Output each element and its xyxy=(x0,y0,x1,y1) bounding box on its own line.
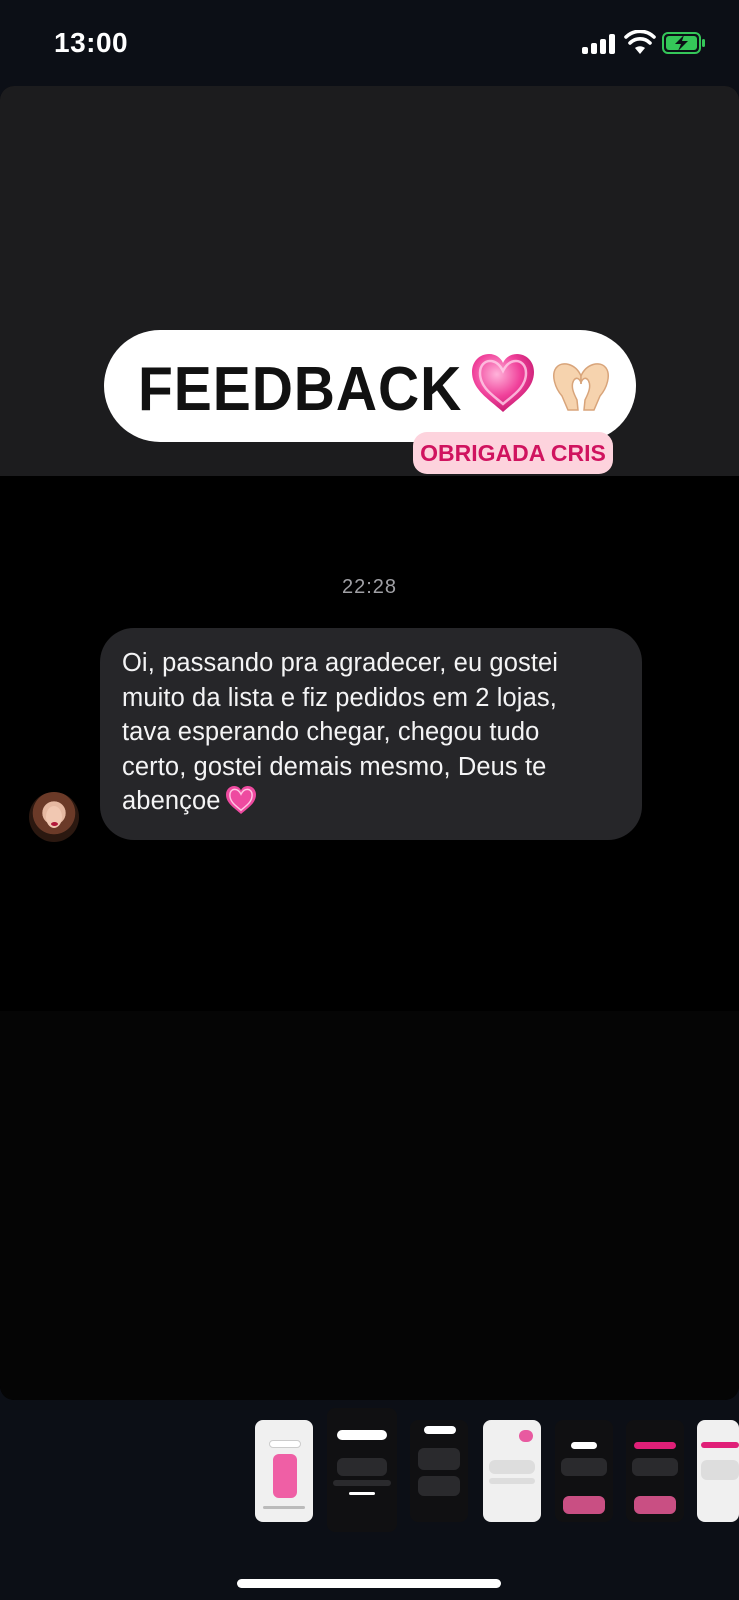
message-bubble: Oi, passando pra agradecer, eu gostei mu… xyxy=(100,628,642,840)
story-header-area: FEEDBACK OBRIGADA CRIS xyxy=(0,86,739,476)
avatar xyxy=(29,792,79,842)
pink-heart-icon xyxy=(472,354,534,412)
story-thumbnail[interactable] xyxy=(483,1420,541,1522)
story-thumbnails xyxy=(0,1400,739,1600)
home-indicator[interactable] xyxy=(237,1579,501,1588)
story-thumbnail[interactable] xyxy=(626,1420,684,1522)
heart-hands-icon xyxy=(553,363,609,411)
message-timestamp: 22:28 xyxy=(341,576,398,598)
chat-screenshot: 22:28 Oi, passando pra agradecer, eu gos… xyxy=(0,476,739,1325)
story-thumbnail[interactable] xyxy=(697,1420,739,1522)
sticker-title: FEEDBACK xyxy=(138,355,463,424)
message-text: Oi, passando pra agradecer, eu gostei mu… xyxy=(122,649,559,815)
story-thumbnail-active[interactable] xyxy=(327,1408,397,1532)
pink-heart-icon xyxy=(225,785,256,815)
story-thumbnail[interactable] xyxy=(255,1420,313,1522)
story-card[interactable]: FEEDBACK OBRIGADA CRIS 22:28 Oi, passand… xyxy=(0,86,739,1400)
status-time: 13:00 xyxy=(54,27,129,58)
story-bottom-area xyxy=(0,1011,739,1400)
wifi-icon xyxy=(624,30,656,54)
signal-icon xyxy=(582,34,616,54)
feedback-sticker: FEEDBACK xyxy=(104,330,636,442)
thanks-tag: OBRIGADA CRIS xyxy=(413,432,613,474)
status-bar: 13:00 xyxy=(0,0,739,86)
story-thumbnail[interactable] xyxy=(410,1420,468,1522)
story-thumbnail[interactable] xyxy=(555,1420,613,1522)
battery-charging-icon xyxy=(662,32,705,54)
